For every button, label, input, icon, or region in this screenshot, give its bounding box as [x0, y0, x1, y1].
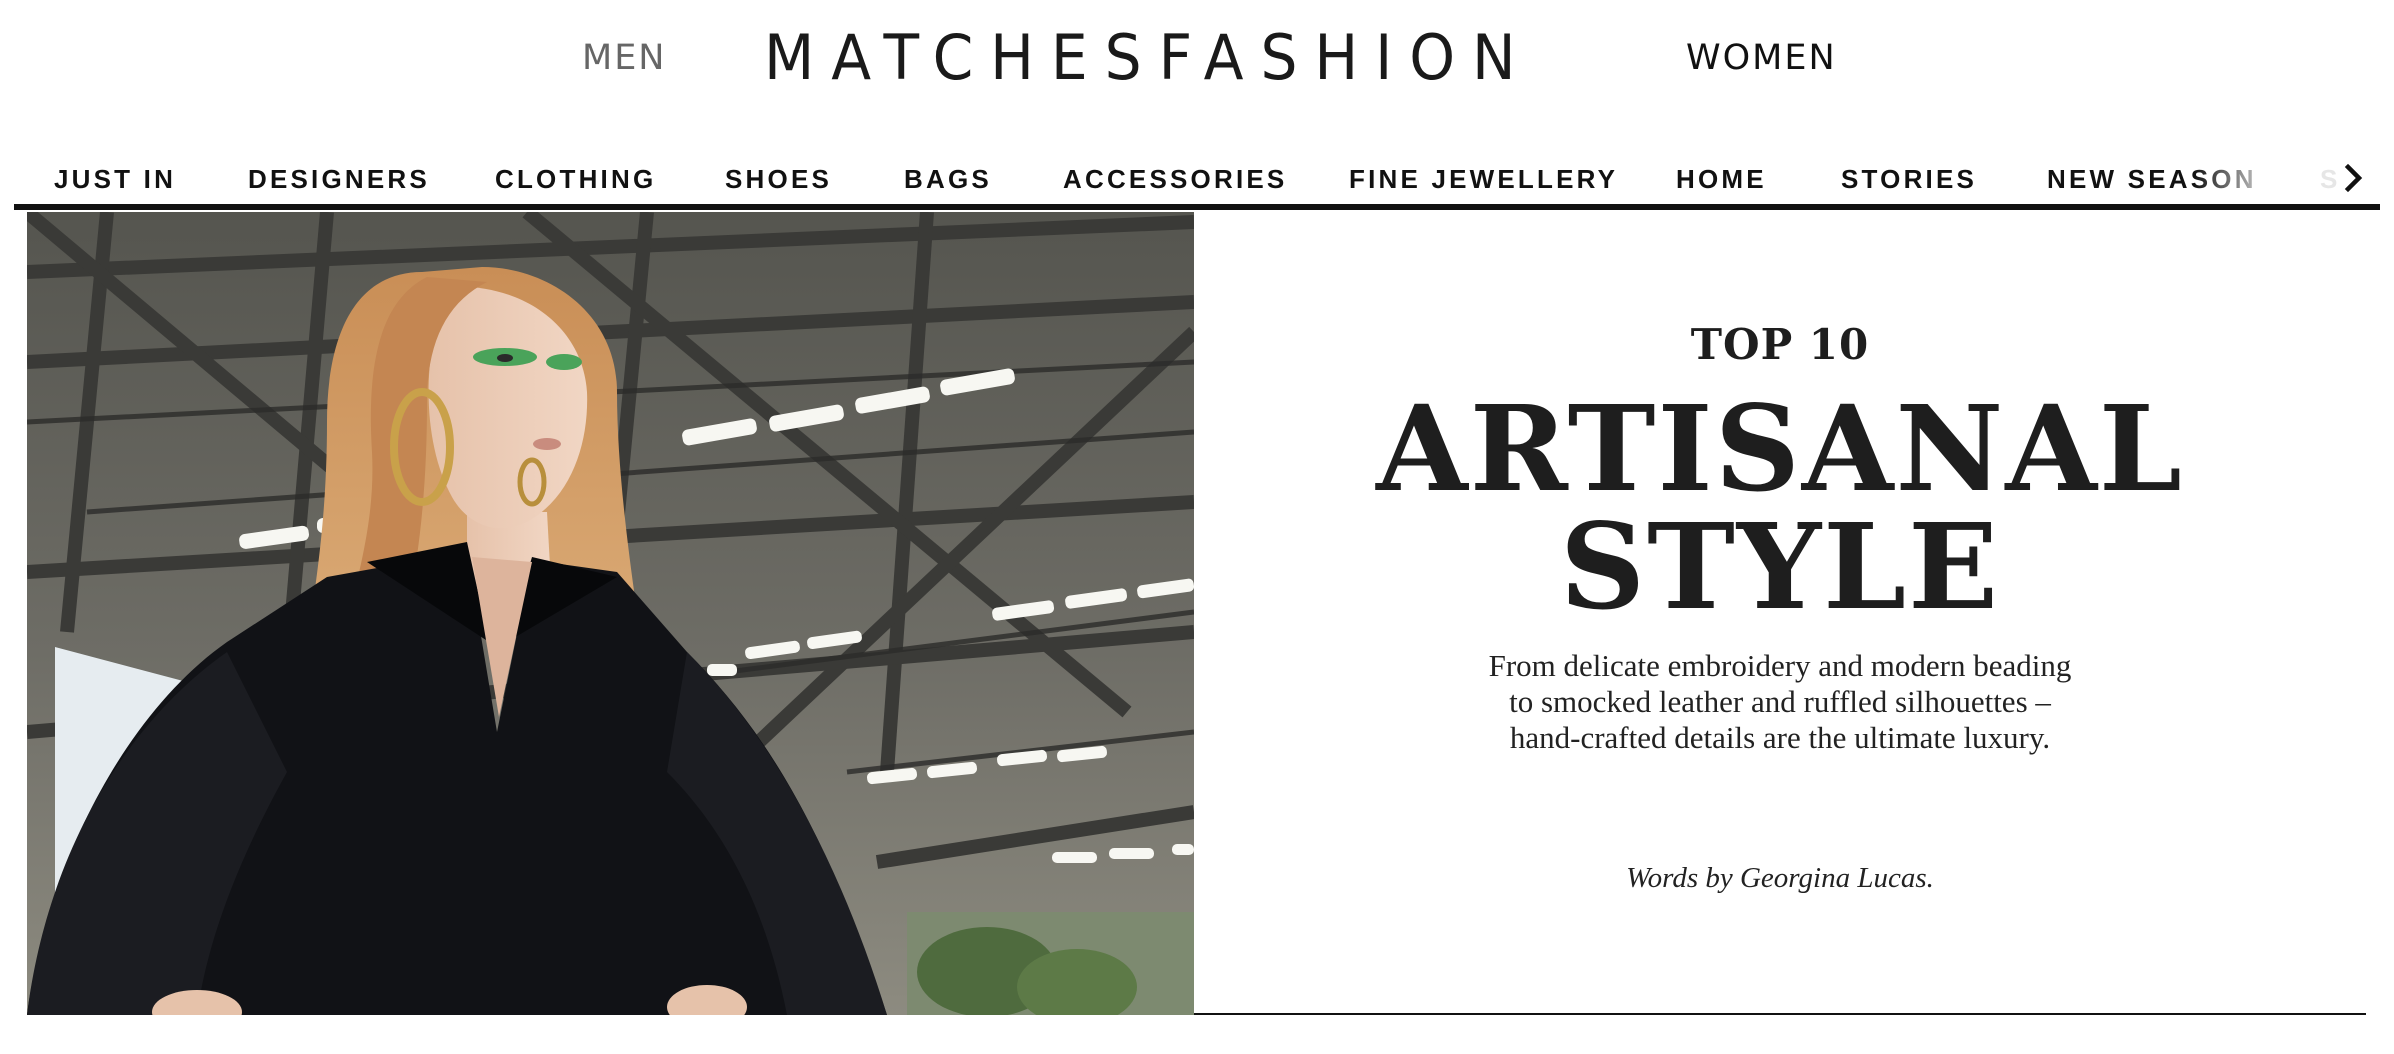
hero-kicker: TOP 10	[1690, 320, 1870, 369]
nav-item-shoes[interactable]: SHOES	[725, 164, 832, 195]
runway-photo	[27, 212, 1194, 1015]
nav-item-bags[interactable]: BAGS	[904, 164, 992, 195]
hero-text-panel: TOP 10 ARTISANAL STYLE From delicate emb…	[1194, 212, 2366, 1013]
chevron-right-icon	[2344, 163, 2363, 193]
nav-next-button[interactable]	[2334, 158, 2374, 198]
nav-item-home[interactable]: HOME	[1676, 164, 1767, 195]
category-nav: JUST IN DESIGNERS CLOTHING SHOES BAGS AC…	[14, 150, 2380, 210]
nav-item-new-season[interactable]: NEW SEASON	[2047, 164, 2257, 195]
hero-standfirst: From delicate embroidery and modern bead…	[1488, 648, 2072, 755]
hero-divider	[1194, 1013, 2366, 1015]
nav-item-just-in[interactable]: JUST IN	[54, 164, 176, 195]
hero-image[interactable]	[27, 212, 1194, 1015]
hero-headline-line-1: ARTISANAL	[1376, 379, 2184, 518]
nav-item-accessories[interactable]: ACCESSORIES	[1063, 164, 1287, 195]
women-link[interactable]: WOMEN	[1686, 38, 1837, 78]
men-link[interactable]: MEN	[582, 38, 667, 78]
nav-item-fine-jewellery[interactable]: FINE JEWELLERY	[1349, 164, 1618, 195]
hero-headline-line-2: STYLE	[1559, 497, 2001, 636]
nav-item-designers[interactable]: DESIGNERS	[248, 164, 430, 195]
hero-headline[interactable]: ARTISANAL STYLE	[1194, 390, 2366, 626]
site-logo[interactable]: MATCHESFASHION	[764, 26, 1574, 90]
nav-item-stories[interactable]: STORIES	[1841, 164, 1977, 195]
hero-byline: Words by Georgina Lucas.	[1626, 862, 1934, 894]
nav-item-clothing[interactable]: CLOTHING	[495, 164, 656, 195]
